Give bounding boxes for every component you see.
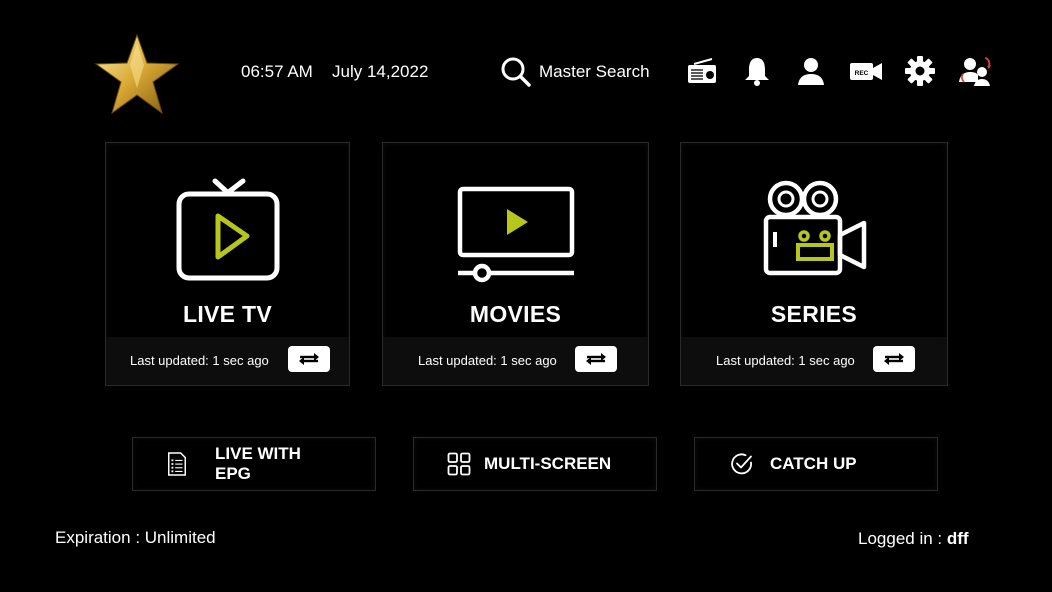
logged-in-status: Logged in : dff <box>858 529 969 549</box>
multi-screen-label: MULTI-SCREEN <box>484 454 612 473</box>
last-updated-text: Last updated: 1 sec ago <box>130 353 269 368</box>
last-updated-text: Last updated: 1 sec ago <box>716 353 855 368</box>
refresh-icon <box>884 353 904 365</box>
rec-text: REC <box>855 70 869 77</box>
logged-in-label: Logged in : <box>858 529 947 548</box>
master-search-label: Master Search <box>539 62 650 81</box>
epg-label-line2: EPG <box>215 464 251 483</box>
radio-icon[interactable] <box>686 55 718 87</box>
live-tv-icon <box>176 178 279 281</box>
card-footer: Last updated: 1 sec ago <box>681 337 947 385</box>
card-footer: Last updated: 1 sec ago <box>383 337 648 385</box>
search-icon <box>501 57 531 87</box>
catch-up-label: CATCH UP <box>770 454 857 473</box>
series-card[interactable]: SERIES Last updated: 1 sec ago <box>680 142 948 386</box>
movie-player-icon <box>457 186 574 283</box>
last-updated-text: Last updated: 1 sec ago <box>418 353 557 368</box>
gear-icon[interactable] <box>904 55 936 87</box>
expiration-text: Expiration : Unlimited <box>55 528 216 547</box>
card-footer: Last updated: 1 sec ago <box>106 337 349 385</box>
catch-up-button[interactable]: CATCH UP <box>694 437 938 491</box>
card-title: SERIES <box>770 301 858 327</box>
refresh-icon <box>299 353 319 365</box>
refresh-button[interactable] <box>288 346 330 372</box>
bell-icon[interactable] <box>741 55 773 87</box>
multi-screen-button[interactable]: MULTI-SCREEN <box>413 437 657 491</box>
clock-date: July 14,2022 <box>332 62 429 81</box>
user-icon[interactable] <box>795 55 827 87</box>
live-tv-card[interactable]: LIVE TV Last updated: 1 sec ago <box>105 142 350 386</box>
refresh-button[interactable] <box>873 346 915 372</box>
app-logo <box>94 33 180 115</box>
grid-icon <box>447 452 471 476</box>
rec-icon[interactable]: REC <box>849 55 882 87</box>
live-with-epg-button[interactable]: LIVE WITH EPG <box>132 437 376 491</box>
check-circle-icon <box>731 453 752 475</box>
switch-user-icon[interactable] <box>958 55 991 87</box>
refresh-icon <box>586 353 606 365</box>
clock-time: 06:57 AM <box>241 62 313 81</box>
epg-label-line1: LIVE WITH <box>215 444 301 463</box>
epg-list-icon <box>168 452 186 476</box>
movies-card[interactable]: MOVIES Last updated: 1 sec ago <box>382 142 649 386</box>
card-title: MOVIES <box>469 301 562 327</box>
refresh-button[interactable] <box>575 346 617 372</box>
card-title: LIVE TV <box>182 301 272 327</box>
logged-in-user: dff <box>946 529 969 548</box>
film-camera-icon <box>763 180 867 276</box>
master-search-button[interactable]: Master Search <box>500 56 650 88</box>
